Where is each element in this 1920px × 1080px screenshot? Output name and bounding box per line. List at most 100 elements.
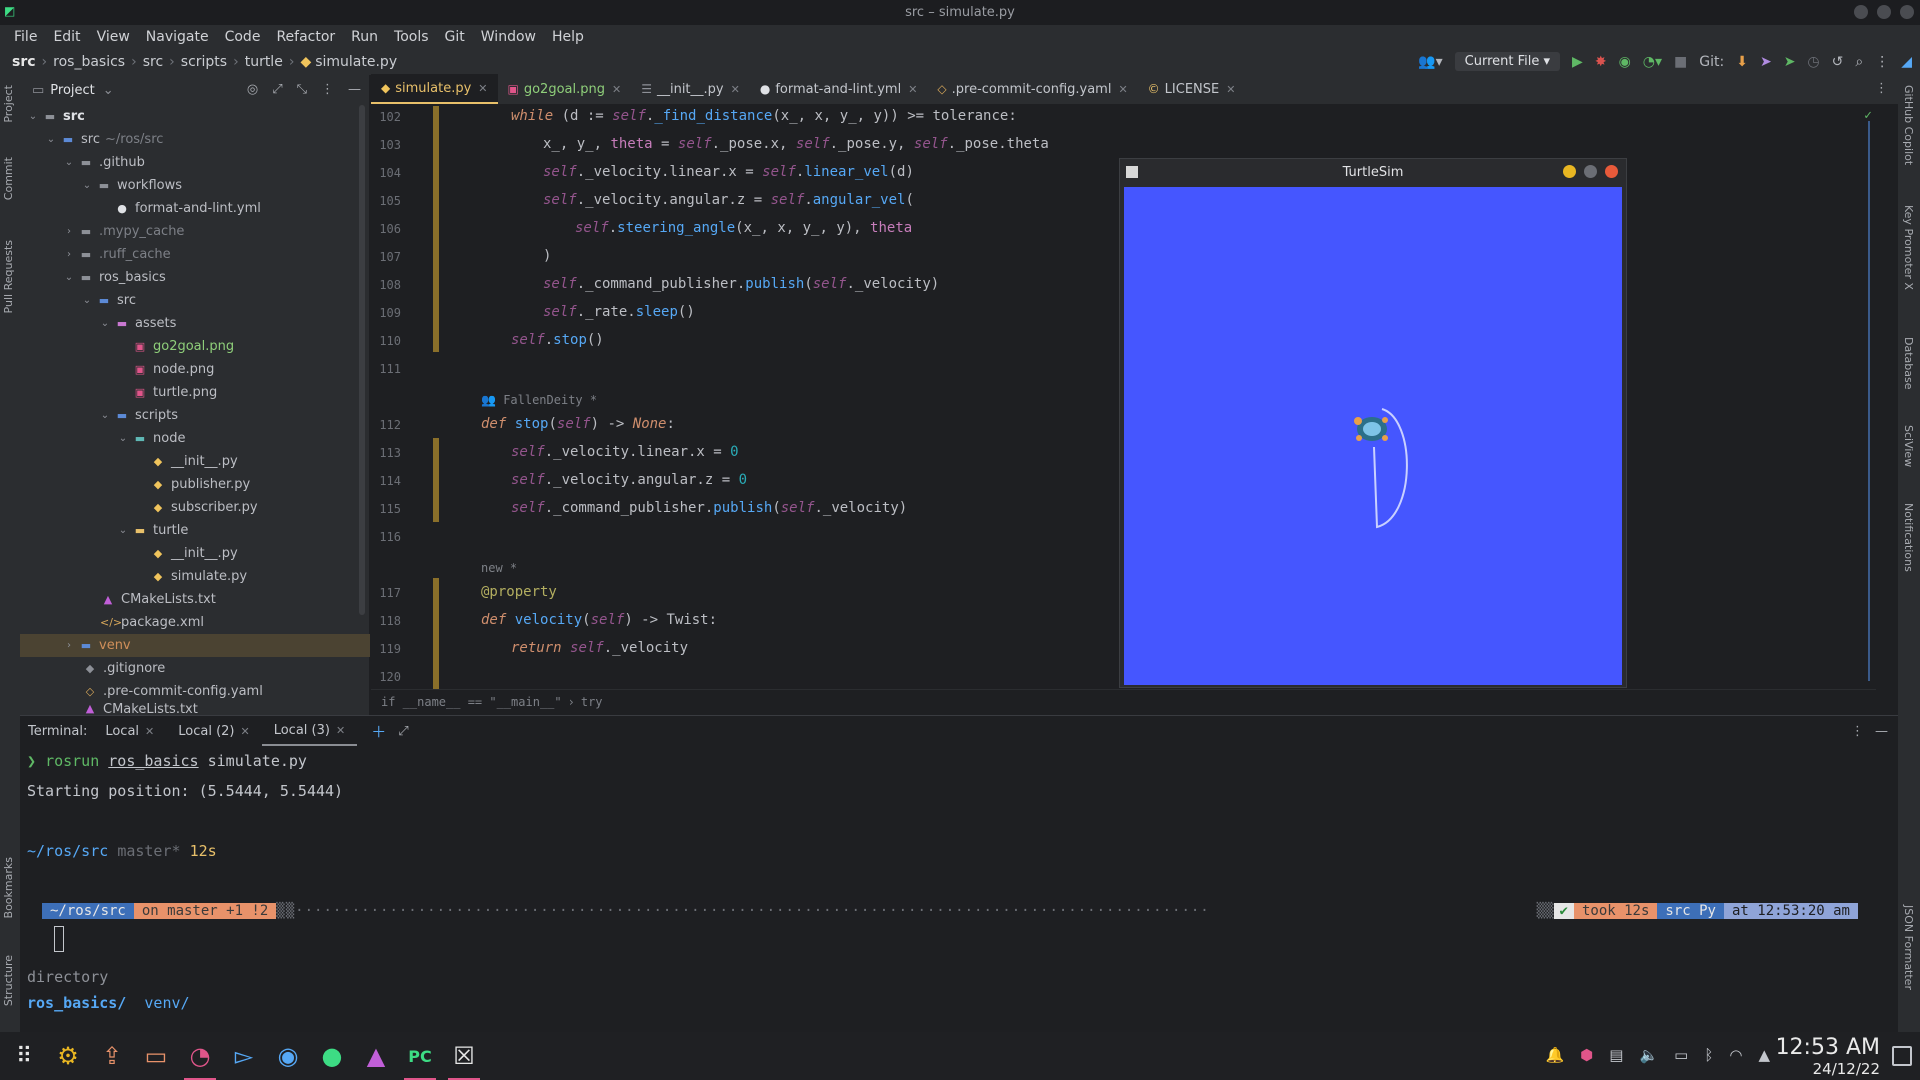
- file-manager-icon[interactable]: ▭: [134, 1032, 178, 1080]
- tool-tab-bookmarks[interactable]: Bookmarks: [2, 857, 15, 918]
- wifi-icon[interactable]: ◠: [1729, 1046, 1742, 1064]
- tree-item[interactable]: ◆ .gitignore: [20, 657, 370, 680]
- tool-tab-json-formatter[interactable]: JSON Formatter: [1902, 905, 1915, 990]
- close-icon[interactable]: ✕: [478, 82, 487, 95]
- maximize-button[interactable]: [1877, 5, 1891, 19]
- menu-window[interactable]: Window: [473, 29, 544, 45]
- tool-tab-key-promoter[interactable]: Key Promoter X: [1902, 205, 1915, 290]
- tool-tab-sciview[interactable]: SciView: [1902, 425, 1915, 467]
- tool-tab-project[interactable]: Project: [2, 85, 15, 123]
- hide-terminal-icon[interactable]: —: [1875, 724, 1888, 739]
- close-icon[interactable]: ✕: [336, 724, 345, 737]
- tree-item[interactable]: ◇ .pre-commit-config.yaml: [20, 680, 370, 703]
- chevron-right-icon[interactable]: ›: [62, 249, 76, 260]
- menu-view[interactable]: View: [89, 29, 138, 45]
- tool-tab-database[interactable]: Database: [1902, 337, 1915, 390]
- battery-icon[interactable]: ▭: [1674, 1046, 1688, 1064]
- copilot-icon[interactable]: ◢: [1901, 54, 1912, 70]
- chevron-down-icon[interactable]: ⌄: [26, 111, 40, 122]
- tree-item[interactable]: › ▬ .ruff_cache: [20, 243, 370, 266]
- rollback-icon[interactable]: ↺: [1832, 54, 1844, 70]
- volume-icon[interactable]: 🔈: [1639, 1046, 1658, 1064]
- bluetooth-icon[interactable]: ᛒ: [1704, 1046, 1713, 1064]
- menu-edit[interactable]: Edit: [45, 29, 88, 45]
- clock[interactable]: 12:53 AM 24/12/22: [1776, 1036, 1880, 1079]
- tool-tab-notifications[interactable]: Notifications: [1902, 503, 1915, 572]
- debug-icon[interactable]: ✸: [1595, 54, 1607, 70]
- tree-item[interactable]: ● format-and-lint.yml: [20, 197, 370, 220]
- collapse-all-icon[interactable]: ⤡: [297, 82, 307, 97]
- code-breadcrumb-item[interactable]: if __name__ == "__main__": [381, 695, 562, 709]
- git-commit-icon[interactable]: ➤: [1760, 54, 1772, 70]
- search-icon[interactable]: ⌕: [1855, 54, 1863, 70]
- pycharm-app-icon[interactable]: PC: [398, 1032, 442, 1080]
- tree-item[interactable]: ⌄ ▬ assets: [20, 312, 370, 335]
- close-icon[interactable]: ✕: [612, 83, 621, 96]
- minimize-button[interactable]: [1854, 5, 1868, 19]
- tool-tab-commit[interactable]: Commit: [2, 157, 15, 200]
- chevron-down-icon[interactable]: ⌄: [80, 295, 94, 306]
- tool-tab-pull-requests[interactable]: Pull Requests: [2, 240, 15, 313]
- minimize-button[interactable]: [1563, 165, 1576, 178]
- tree-item[interactable]: ▣ node.png: [20, 358, 370, 381]
- package-updates-icon[interactable]: ⬢: [1580, 1046, 1593, 1064]
- tree-item[interactable]: ◆ __init__.py: [20, 542, 370, 565]
- add-terminal-icon[interactable]: ＋: [371, 721, 386, 742]
- profile-icon[interactable]: ◔▾: [1643, 54, 1662, 70]
- editor-scrollbar[interactable]: [1868, 121, 1870, 681]
- graphics-app-icon[interactable]: ▲: [354, 1032, 398, 1080]
- chevron-down-icon[interactable]: ⌄: [44, 134, 58, 145]
- options-icon[interactable]: ⋮: [321, 82, 334, 97]
- chevron-down-icon[interactable]: ⌄: [116, 433, 130, 444]
- terminal-options-icon[interactable]: ⋮: [1851, 724, 1864, 739]
- tab-format-and-lint[interactable]: ● format-and-lint.yml ✕: [750, 74, 928, 104]
- terminal-tab-local-3[interactable]: Local (3) ✕: [261, 716, 358, 746]
- tree-item[interactable]: ◆ simulate.py: [20, 565, 370, 588]
- run-icon[interactable]: ▶: [1572, 54, 1583, 70]
- vcs-change-marker[interactable]: [433, 106, 439, 352]
- chevron-down-icon[interactable]: ⌄: [62, 272, 76, 283]
- menu-help[interactable]: Help: [544, 29, 592, 45]
- close-icon[interactable]: ✕: [1118, 83, 1127, 96]
- close-icon[interactable]: ✕: [241, 725, 250, 738]
- inspection-ok-icon[interactable]: ✓: [1864, 108, 1872, 123]
- expand-all-icon[interactable]: ⤢: [272, 82, 282, 97]
- software-store-icon[interactable]: ⇪: [90, 1032, 134, 1080]
- settings-icon[interactable]: ⋮: [1875, 54, 1889, 70]
- author-hint[interactable]: 👥 FallenDeity *: [481, 393, 597, 407]
- close-icon[interactable]: ✕: [731, 83, 740, 96]
- tab-go2goal-png[interactable]: ▣ go2goal.png ✕: [498, 74, 632, 104]
- close-icon[interactable]: ✕: [908, 83, 917, 96]
- turtlesim-window[interactable]: TurtleSim: [1119, 158, 1627, 688]
- tree-item[interactable]: ⌄ ▬ src: [20, 105, 370, 128]
- tab-options-icon[interactable]: ⋮: [1875, 81, 1888, 96]
- tree-item[interactable]: ⌄ ▬ src ~/ros/src: [20, 128, 370, 151]
- tree-item[interactable]: ▲ CMakeLists.txt: [20, 588, 370, 611]
- chevron-down-icon[interactable]: ⌄: [80, 180, 94, 191]
- users-icon[interactable]: 👥▾: [1418, 54, 1442, 70]
- clipboard-icon[interactable]: ▤: [1609, 1046, 1623, 1064]
- menu-file[interactable]: File: [6, 29, 45, 45]
- tree-item[interactable]: ◆ subscriber.py: [20, 496, 370, 519]
- chevron-down-icon[interactable]: ⌄: [116, 525, 130, 536]
- spotify-icon[interactable]: ●: [310, 1032, 354, 1080]
- tree-item[interactable]: ⌄ ▬ src: [20, 289, 370, 312]
- coverage-icon[interactable]: ◉: [1619, 54, 1631, 70]
- hide-icon[interactable]: —: [348, 82, 361, 97]
- tab-pre-commit-config[interactable]: ◇ .pre-commit-config.yaml ✕: [927, 74, 1137, 104]
- terminal-tab-local[interactable]: Local ✕: [93, 724, 166, 739]
- close-icon[interactable]: ✕: [145, 725, 154, 738]
- close-button[interactable]: [1605, 165, 1618, 178]
- project-scrollbar[interactable]: [359, 105, 365, 615]
- chevron-down-icon[interactable]: ⌄: [103, 83, 114, 98]
- chevron-down-icon[interactable]: ⌄: [98, 410, 112, 421]
- tree-item[interactable]: ⌄ ▬ .github: [20, 151, 370, 174]
- tray-expand-icon[interactable]: ▲: [1758, 1046, 1770, 1064]
- chevron-down-icon[interactable]: ⌄: [62, 157, 76, 168]
- git-update-icon[interactable]: ⬇: [1736, 54, 1748, 70]
- maximize-terminal-icon[interactable]: ⤢: [398, 724, 408, 739]
- tree-item[interactable]: ◆ publisher.py: [20, 473, 370, 496]
- turtlesim-title-bar[interactable]: TurtleSim: [1120, 159, 1626, 185]
- tree-item[interactable]: ⌄ ▬ turtle: [20, 519, 370, 542]
- tree-item[interactable]: ▣ go2goal.png: [20, 335, 370, 358]
